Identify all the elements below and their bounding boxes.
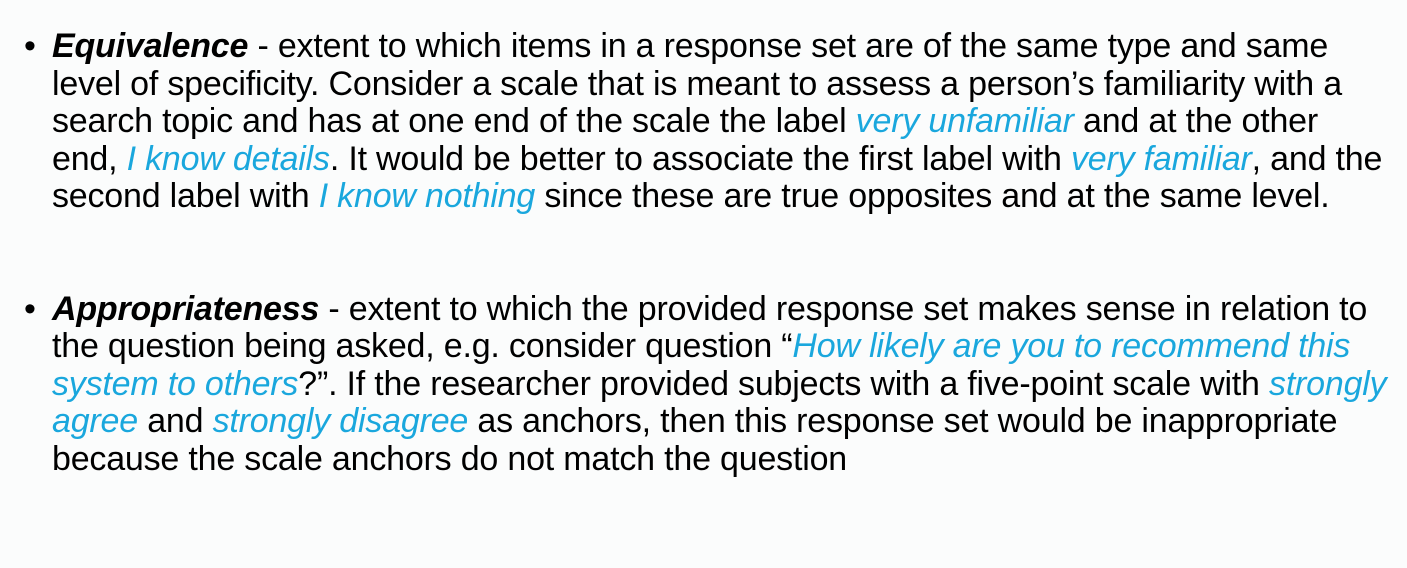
highlight-i-know-nothing: I know nothing xyxy=(318,177,536,215)
term-equivalence: Equivalence xyxy=(52,27,249,65)
segment: since these are true opposites and at th… xyxy=(535,177,1330,215)
highlight-very-familiar: very familiar xyxy=(1071,139,1252,178)
highlight-strongly-disagree: strongly disagree xyxy=(212,402,469,440)
bullet-marker: • xyxy=(24,289,36,328)
segment: . It would be better to associate the fi… xyxy=(329,139,1071,178)
bullet-appropriateness: • Appropriateness - extent to which the … xyxy=(22,289,1387,479)
highlight-i-know-details: I know details xyxy=(126,139,330,178)
segment: ?”. If the researcher provided subjects … xyxy=(298,364,1270,403)
term-appropriateness: Appropriateness xyxy=(52,289,320,328)
slide: • Equivalence - extent to which items in… xyxy=(0,0,1407,568)
highlight-very-unfamiliar: very unfamiliar xyxy=(855,102,1074,140)
bullet-marker: • xyxy=(24,27,36,65)
bullet-equivalence: • Equivalence - extent to which items in… xyxy=(22,27,1387,216)
segment: and xyxy=(137,402,213,440)
